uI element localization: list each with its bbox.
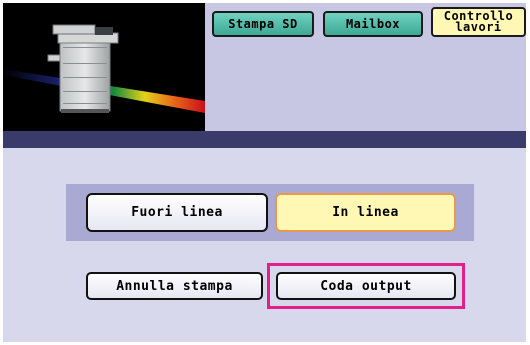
divider-bar: [3, 131, 526, 148]
tab-mailbox-label: Mailbox: [345, 16, 401, 31]
online-button-label: In linea: [332, 205, 399, 220]
cancel-print-button[interactable]: Annulla stampa: [86, 272, 263, 300]
tab-stampa-sd-label: Stampa SD: [228, 16, 298, 31]
multifunction-printer-illustration: [3, 24, 205, 113]
tab-stampa-sd[interactable]: Stampa SD: [212, 11, 314, 37]
bottom-panel: [3, 148, 526, 342]
offline-button[interactable]: Fuori linea: [86, 193, 268, 232]
printer-image: [3, 3, 205, 131]
tab-controllo-lavori-label-line2: lavori: [455, 20, 502, 34]
cancel-print-button-label: Annulla stampa: [116, 278, 233, 294]
offline-button-label: Fuori linea: [131, 205, 223, 220]
online-button[interactable]: In linea: [275, 193, 456, 232]
printer-control-screen: Stampa SD Mailbox Controllo lavori Fuori…: [0, 0, 530, 345]
highlight-frame: [267, 263, 465, 309]
tab-mailbox[interactable]: Mailbox: [323, 11, 423, 37]
tab-controllo-lavori[interactable]: Controllo lavori: [431, 7, 526, 37]
